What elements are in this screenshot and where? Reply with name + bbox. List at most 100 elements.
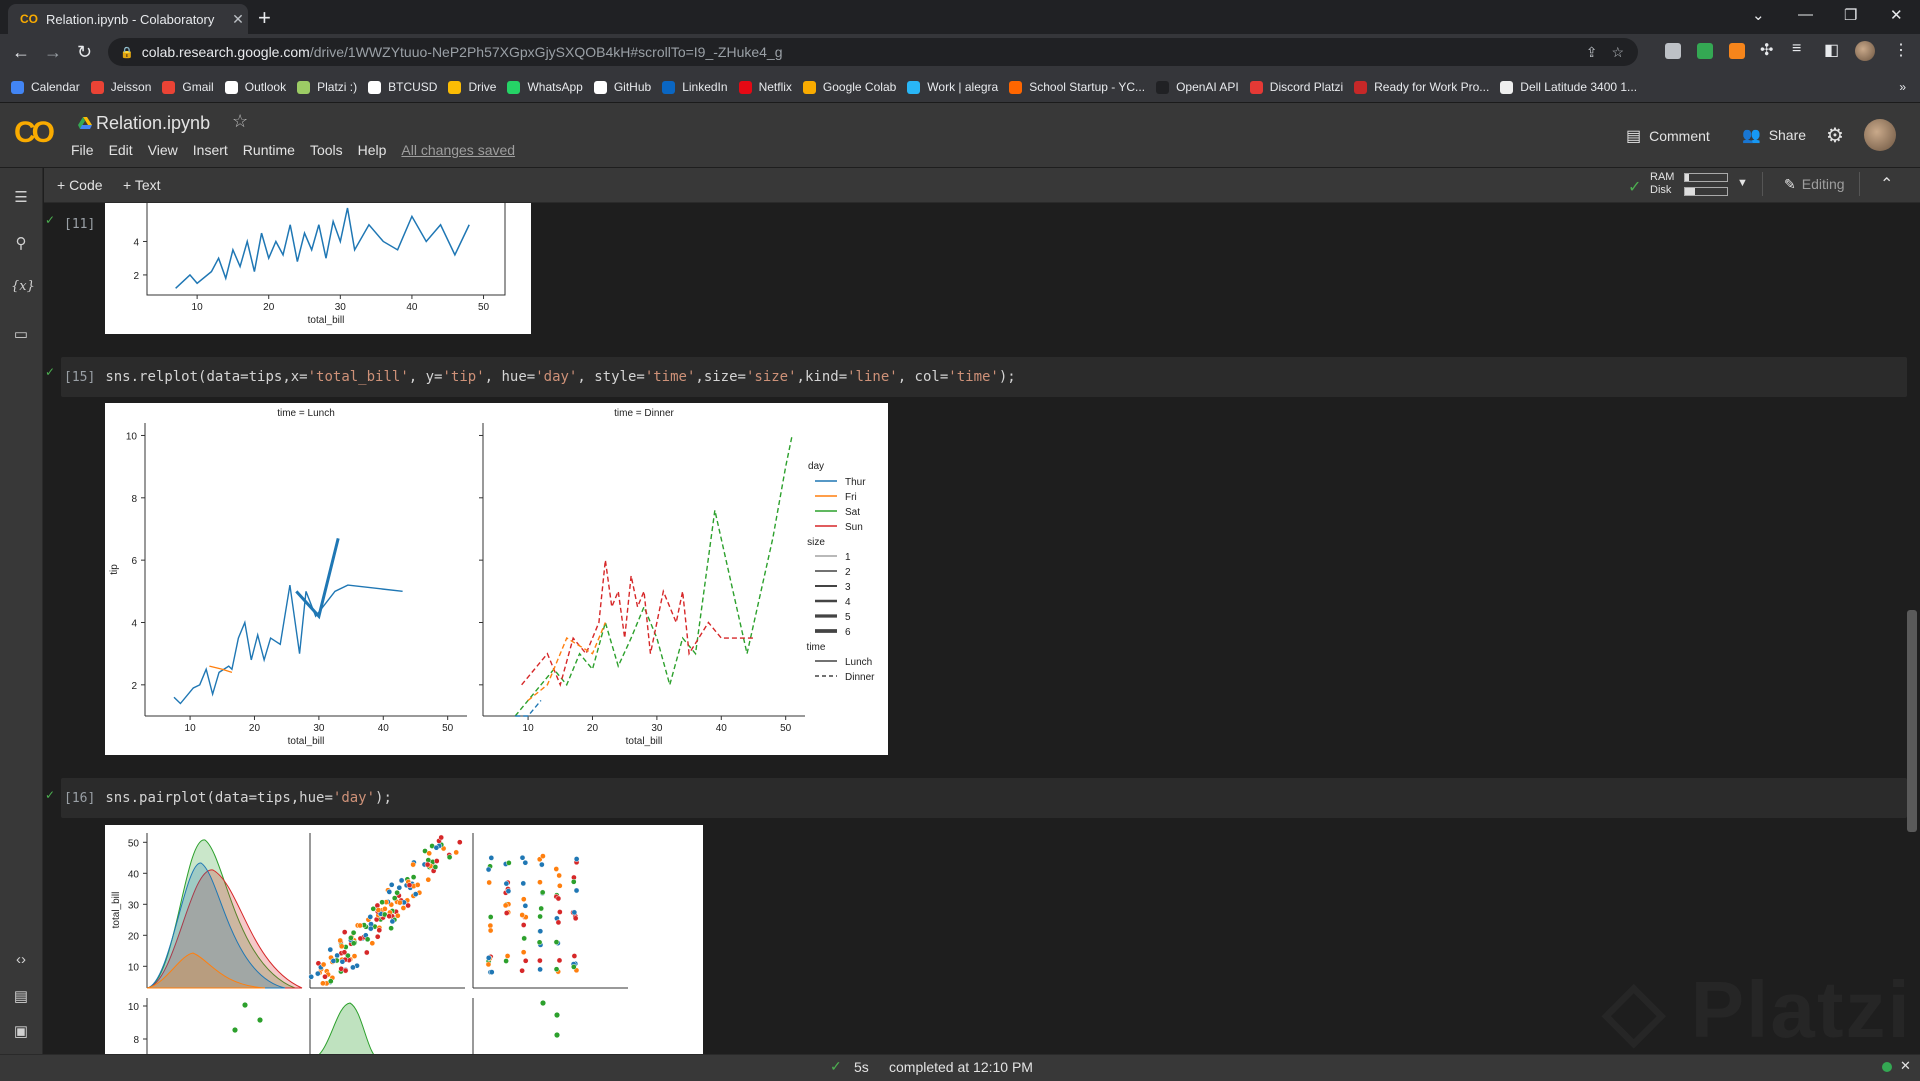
- bookmark-item[interactable]: Calendar: [11, 80, 80, 94]
- bookmark-item[interactable]: Ready for Work Pro...: [1354, 80, 1489, 94]
- bookmark-item[interactable]: Google Colab: [802, 80, 896, 94]
- scatter-point: [571, 953, 578, 959]
- legend-label: Sun: [845, 522, 863, 533]
- bookmark-item[interactable]: OpenAI API: [1156, 80, 1239, 94]
- bookmark-item[interactable]: WhatsApp: [507, 80, 583, 94]
- share-button[interactable]: 👥 Share: [1742, 126, 1806, 144]
- tab-search-icon[interactable]: ⌄: [1752, 6, 1765, 24]
- profile-avatar[interactable]: [1855, 41, 1875, 61]
- bookmark-item[interactable]: Netflix: [738, 80, 792, 94]
- scatter-point: [350, 940, 357, 947]
- comment-button[interactable]: ▤ Comment: [1626, 126, 1710, 146]
- add-text-button[interactable]: + Text: [123, 177, 161, 193]
- command-palette-icon[interactable]: ▤: [11, 987, 31, 1005]
- bookmark-item[interactable]: Outlook: [224, 80, 286, 94]
- new-tab-icon[interactable]: +: [258, 5, 271, 31]
- variables-icon[interactable]: {x}: [11, 279, 35, 294]
- settings-gear-icon[interactable]: ⚙: [1826, 123, 1844, 148]
- extension-icon[interactable]: [1665, 43, 1681, 59]
- add-code-button[interactable]: + Code: [57, 177, 103, 193]
- code-token: 'day': [535, 369, 578, 385]
- code-token: ,size=: [695, 369, 746, 385]
- bookmark-item[interactable]: Work | alegra: [907, 80, 998, 94]
- bookmark-item[interactable]: BTCUSD: [368, 80, 437, 94]
- menu-view[interactable]: View: [148, 142, 178, 158]
- scatter-point: [351, 953, 358, 959]
- tab-close-icon[interactable]: ✕: [228, 11, 248, 28]
- window-close-icon[interactable]: ✕: [1890, 6, 1903, 24]
- code-cell-16[interactable]: [16] sns.pairplot(data=tips,hue='day');: [61, 778, 1907, 818]
- code-snippets-icon[interactable]: ‹›: [11, 951, 31, 968]
- code-line[interactable]: sns.relplot(data=tips,x='total_bill', y=…: [105, 369, 1015, 385]
- code-line[interactable]: sns.pairplot(data=tips,hue='day');: [105, 790, 392, 806]
- menu-help[interactable]: Help: [358, 142, 387, 158]
- bookmark-item[interactable]: School Startup - YC...: [1009, 80, 1145, 94]
- bookmark-favicon-icon: [1009, 80, 1023, 94]
- browser-menu-icon[interactable]: ⋮: [1893, 40, 1909, 60]
- bookmark-favicon-icon: [11, 80, 24, 94]
- menu-runtime[interactable]: Runtime: [243, 142, 295, 158]
- completion-status[interactable]: completed at 12:10 PM: [889, 1059, 1033, 1075]
- bookmarks-overflow-icon[interactable]: »: [1899, 80, 1906, 94]
- editing-mode-button[interactable]: ✎ Editing: [1784, 176, 1845, 193]
- scatter-point: [379, 899, 385, 906]
- minimize-icon[interactable]: —: [1798, 6, 1813, 23]
- resources-dropdown-icon[interactable]: ▼: [1737, 177, 1748, 189]
- bookmarks-bar: Calendar Jeisson Gmail Outlook Platzi :) BTCU…: [0, 72, 1920, 103]
- menu-edit[interactable]: Edit: [109, 142, 133, 158]
- reading-list-icon[interactable]: ≡: [1792, 40, 1801, 58]
- scatter-point: [257, 1017, 263, 1023]
- reload-icon[interactable]: ↻: [77, 42, 92, 63]
- x-tick-label: 40: [716, 723, 728, 734]
- scatter-point: [320, 980, 326, 987]
- divider: [1859, 172, 1860, 196]
- avatar[interactable]: [1864, 119, 1896, 151]
- bookmark-item[interactable]: GitHub: [593, 80, 651, 94]
- code-token: 'tip': [442, 369, 485, 385]
- bookmark-item[interactable]: Gmail: [162, 80, 214, 94]
- scatter-point: [364, 936, 371, 943]
- forward-icon[interactable]: →: [44, 42, 62, 63]
- bookmark-star-icon[interactable]: ☆: [1611, 44, 1624, 61]
- browser-tab[interactable]: CO Relation.ipynb - Colaboratory ✕: [8, 4, 248, 34]
- search-icon[interactable]: ⚲: [11, 234, 31, 252]
- share-page-icon[interactable]: ⇪: [1586, 44, 1598, 61]
- address-bar[interactable]: 🔒 colab.research.google.com/drive/1WWZYt…: [108, 38, 1638, 66]
- table-of-contents-icon[interactable]: ☰: [11, 188, 31, 206]
- share-label: Share: [1768, 127, 1807, 143]
- scatter-point: [410, 874, 417, 880]
- shield-icon[interactable]: [1697, 43, 1713, 59]
- star-icon[interactable]: ☆: [232, 111, 248, 132]
- code-token: 'total_bill': [307, 369, 409, 385]
- drive-icon: [78, 117, 92, 129]
- scatter-point: [405, 902, 411, 909]
- menu-insert[interactable]: Insert: [193, 142, 228, 158]
- metamask-icon[interactable]: [1729, 43, 1745, 59]
- resources-indicator[interactable]: RAM Disk: [1650, 171, 1674, 197]
- status-close-icon[interactable]: ✕: [1900, 1058, 1911, 1074]
- code-cell-15[interactable]: [15] sns.relplot(data=tips,x='total_bill…: [61, 357, 1907, 397]
- terminal-icon[interactable]: ▣: [11, 1022, 31, 1040]
- notebook-title[interactable]: Relation.ipynb: [96, 113, 210, 134]
- scrollbar[interactable]: [1907, 610, 1917, 832]
- files-folder-icon[interactable]: ▭: [11, 325, 31, 343]
- save-status[interactable]: All changes saved: [401, 142, 515, 158]
- collapse-header-icon[interactable]: ⌃: [1880, 174, 1893, 194]
- bookmark-favicon-icon: [738, 80, 752, 94]
- bookmark-item[interactable]: Jeisson: [90, 80, 151, 94]
- menu-tools[interactable]: Tools: [310, 142, 343, 158]
- bookmark-item[interactable]: Dell Latitude 3400 1...: [1500, 80, 1637, 94]
- back-icon[interactable]: ←: [12, 42, 30, 63]
- scatter-point: [504, 953, 511, 959]
- puzzle-icon[interactable]: ✣: [1760, 40, 1773, 60]
- colab-logo[interactable]: CO: [14, 116, 55, 150]
- legend-title: time: [807, 642, 826, 653]
- restore-icon[interactable]: ❐: [1844, 6, 1857, 24]
- menu-file[interactable]: File: [71, 142, 94, 158]
- side-panel-icon[interactable]: ◧: [1824, 40, 1839, 60]
- bookmark-item[interactable]: Drive: [448, 80, 496, 94]
- bookmark-item[interactable]: LinkedIn: [662, 80, 728, 94]
- bookmark-item[interactable]: Platzi :): [297, 80, 357, 94]
- bookmark-item[interactable]: Discord Platzi: [1249, 80, 1343, 94]
- scatter-point: [432, 864, 439, 870]
